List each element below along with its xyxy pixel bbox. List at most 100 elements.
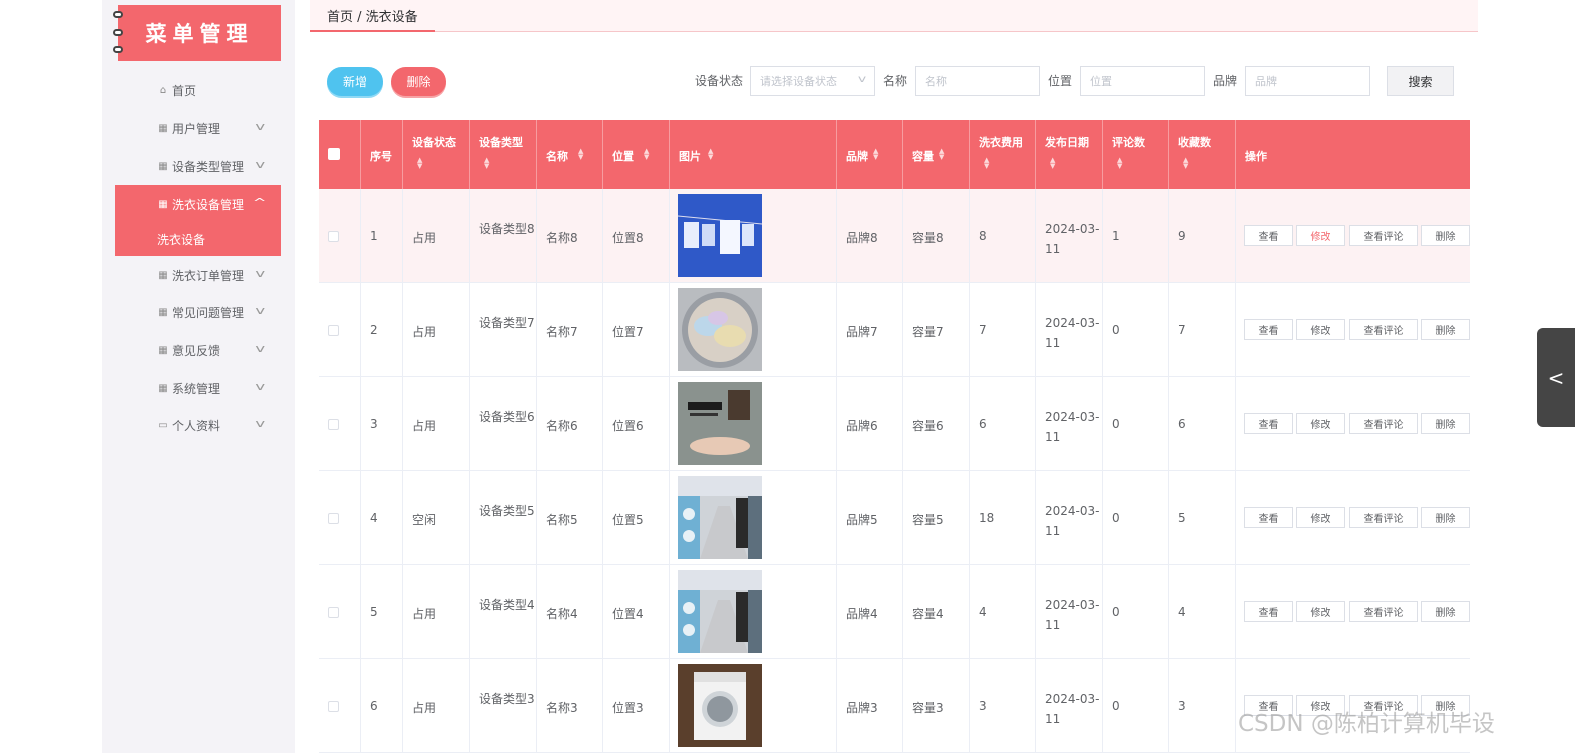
header-col-comments[interactable]: 评论数 ▲ ▼ (1103, 120, 1169, 189)
cell-text: 7 (979, 323, 987, 337)
cell-text: 品牌3 (846, 701, 878, 715)
header-col-status[interactable]: 设备状态 ▲ ▼ (403, 120, 470, 189)
menu-item-label: 常见问题管理 (172, 305, 245, 320)
delete-button[interactable]: 删除 (391, 67, 446, 96)
table-cell-no: 1 (361, 189, 403, 283)
header-label: 洗衣费用 (979, 136, 1023, 149)
status-select[interactable]: 请选择设备状态 v (750, 66, 875, 96)
edit-button[interactable]: 修改 (1296, 225, 1345, 246)
row-checkbox[interactable] (328, 419, 339, 430)
sort-icon[interactable]: ▲ ▼ (708, 148, 713, 161)
breadcrumb[interactable]: 首页 / 洗衣设备 (310, 0, 435, 32)
delete-row-button[interactable]: 删除 (1421, 319, 1470, 340)
header-col-brand[interactable]: 品牌 ▲ ▼ (837, 120, 903, 189)
table-cell-fee: 8 (970, 189, 1036, 283)
row-checkbox[interactable] (328, 701, 339, 712)
header-col-location[interactable]: 位置 ▲ ▼ (603, 120, 670, 189)
menu-item-faq[interactable]: ▦ 常见问题管理 v (115, 293, 281, 331)
sort-icon[interactable]: ▲ ▼ (644, 148, 649, 161)
cell-text: 0 (1112, 323, 1120, 337)
menu-item-system[interactable]: ▦ 系统管理 v (115, 369, 281, 407)
menu-item-feedback[interactable]: ▦ 意见反馈 v (115, 331, 281, 369)
sort-icon[interactable]: ▲ ▼ (1117, 157, 1122, 170)
sort-icon[interactable]: ▲ ▼ (873, 148, 878, 161)
delete-row-button[interactable]: 删除 (1421, 601, 1470, 622)
view-comments-button[interactable]: 查看评论 (1349, 225, 1418, 246)
cell-text: 6 (370, 699, 378, 713)
cell-text: 空闲 (412, 513, 437, 527)
header-col-name[interactable]: 名称 ▲ ▼ (537, 120, 603, 189)
sort-icon[interactable]: ▲ ▼ (484, 157, 489, 170)
select-all-checkbox[interactable] (328, 148, 340, 160)
view-button[interactable]: 查看 (1244, 225, 1293, 246)
menu-item-home[interactable]: ⌂ 首页 (115, 71, 281, 109)
menu-item-washers[interactable]: ▦ 洗衣设备管理 ^ (115, 185, 281, 223)
cell-text: 设备类型6 (479, 410, 535, 424)
view-comments-button[interactable]: 查看评论 (1349, 413, 1418, 434)
header-col-image[interactable]: 图片 ▲ ▼ (670, 120, 837, 189)
submenu-item-washers[interactable]: 洗衣设备 (115, 222, 281, 256)
row-checkbox[interactable] (328, 607, 339, 618)
search-button[interactable]: 搜索 (1387, 66, 1454, 96)
cell-text: 设备类型4 (479, 598, 535, 612)
cell-text: 3 (370, 417, 378, 431)
table-cell-favorites: 7 (1169, 283, 1236, 377)
chevron-down-icon: v (255, 304, 266, 317)
view-button[interactable]: 查看 (1244, 413, 1293, 434)
header-col-type[interactable]: 设备类型 ▲ ▼ (470, 120, 537, 189)
header-label: 名称 (546, 150, 568, 163)
cell-text: 品牌8 (846, 231, 878, 245)
delete-row-button[interactable]: 删除 (1421, 507, 1470, 528)
row-checkbox[interactable] (328, 513, 339, 524)
view-comments-button[interactable]: 查看评论 (1349, 507, 1418, 528)
menu-item-users[interactable]: ▦ 用户管理 v (115, 109, 281, 147)
menu-item-profile[interactable]: ▭ 个人资料 v (115, 406, 281, 444)
menu-item-orders[interactable]: ▦ 洗衣订单管理 v (115, 256, 281, 294)
table-cell-date: 2024-03-11 (1036, 565, 1103, 659)
row-checkbox[interactable] (328, 231, 339, 242)
location-input[interactable]: 位置 (1080, 66, 1205, 96)
table-row: 4 空闲 设备类型5 名称5 位置5 品牌5 容量5 18 2024-03-11 0 5 查看 修改 查看… (319, 471, 1470, 565)
header-col-favorites[interactable]: 收藏数 ▲ ▼ (1169, 120, 1236, 189)
collapse-tab[interactable]: < (1537, 328, 1575, 427)
cell-text: 18 (979, 511, 995, 525)
view-button[interactable]: 查看 (1244, 507, 1293, 528)
table-cell-status: 占用 (403, 283, 470, 377)
sort-icon[interactable]: ▲ ▼ (939, 148, 944, 161)
table-cell-image (670, 189, 837, 283)
status-filter-label: 设备状态 (695, 74, 744, 88)
view-comments-button[interactable]: 查看评论 (1349, 601, 1418, 622)
cell-text: 品牌7 (846, 325, 878, 339)
cell-text: 3 (979, 699, 987, 713)
view-button[interactable]: 查看 (1244, 601, 1293, 622)
delete-row-button[interactable]: 删除 (1421, 225, 1470, 246)
header-col-capacity[interactable]: 容量 ▲ ▼ (903, 120, 970, 189)
table-cell-image (670, 283, 837, 377)
sort-icon[interactable]: ▲ ▼ (417, 157, 422, 170)
table-header: 序号 设备状态 ▲ ▼ 设备类型 ▲ ▼ 名称 ▲ ▼ 位置 ▲ ▼ 图片 ▲ ▼ (319, 120, 1470, 189)
edit-button[interactable]: 修改 (1296, 413, 1345, 434)
cell-text: 6 (979, 417, 987, 431)
sort-icon[interactable]: ▲ ▼ (1050, 157, 1055, 170)
chevron-down-icon: v (255, 158, 266, 171)
sort-icon[interactable]: ▲ ▼ (578, 148, 583, 161)
brand-input[interactable]: 品牌 (1245, 66, 1370, 96)
grid-icon: ▦ (158, 382, 168, 394)
delete-row-button[interactable]: 删除 (1421, 413, 1470, 434)
name-input[interactable]: 名称 (915, 66, 1040, 96)
cell-text: 2024-03-11 (1045, 504, 1100, 538)
table-row: 5 占用 设备类型4 名称4 位置4 品牌4 容量4 4 2024-03-11 0 4 查看 修改 查看评… (319, 565, 1470, 659)
menu-item-label: 洗衣订单管理 (172, 268, 245, 283)
sort-icon[interactable]: ▲ ▼ (984, 157, 989, 170)
view-button[interactable]: 查看 (1244, 319, 1293, 340)
header-col-date[interactable]: 发布日期 ▲ ▼ (1036, 120, 1103, 189)
edit-button[interactable]: 修改 (1296, 319, 1345, 340)
edit-button[interactable]: 修改 (1296, 601, 1345, 622)
view-comments-button[interactable]: 查看评论 (1349, 319, 1418, 340)
edit-button[interactable]: 修改 (1296, 507, 1345, 528)
add-button[interactable]: 新增 (327, 67, 383, 96)
header-col-fee[interactable]: 洗衣费用 ▲ ▼ (970, 120, 1036, 189)
menu-item-device-types[interactable]: ▦ 设备类型管理 v (115, 147, 281, 185)
sort-icon[interactable]: ▲ ▼ (1183, 157, 1188, 170)
row-checkbox[interactable] (328, 325, 339, 336)
